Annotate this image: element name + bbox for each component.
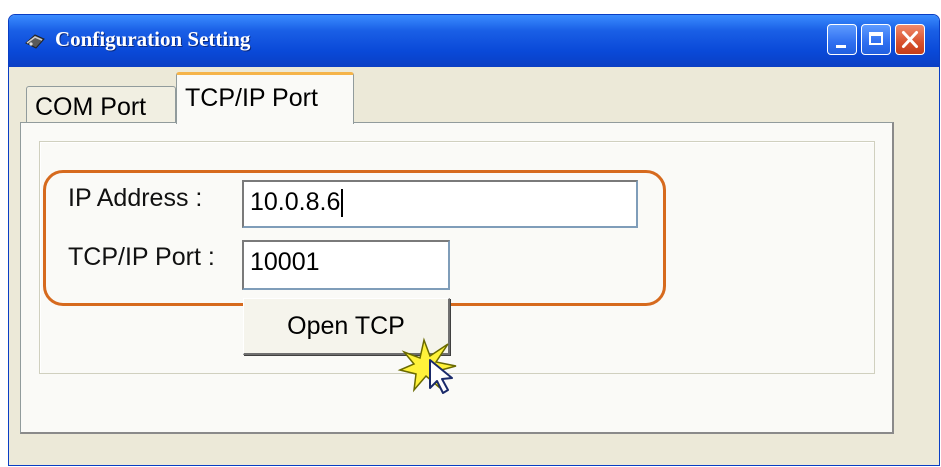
click-burst-cursor-icon (397, 337, 457, 394)
maximize-icon (869, 32, 883, 45)
minimize-icon (836, 45, 846, 48)
tab-tcpip-port[interactable]: TCP/IP Port (176, 72, 354, 124)
close-icon (901, 31, 919, 48)
open-tcp-button-label: Open TCP (287, 312, 405, 340)
app-icon (25, 34, 45, 49)
ip-address-value: 10.0.8.6 (250, 188, 341, 216)
tab-tcpip-port-label: TCP/IP Port (185, 84, 318, 112)
ip-address-input[interactable]: 10.0.8.6 (242, 180, 638, 228)
window-title: Configuration Setting (55, 27, 251, 51)
tcp-port-label: TCP/IP Port : (68, 243, 215, 271)
close-button[interactable] (895, 24, 925, 55)
tcp-port-value: 10001 (250, 248, 320, 276)
tab-com-port-label: COM Port (35, 93, 147, 121)
ip-address-label: IP Address : (68, 184, 203, 212)
text-caret (341, 189, 344, 218)
tcp-port-input[interactable]: 10001 (242, 240, 450, 290)
maximize-button[interactable] (861, 24, 891, 55)
title-bar[interactable]: Configuration Setting (9, 15, 939, 67)
minimize-button[interactable] (827, 24, 857, 55)
